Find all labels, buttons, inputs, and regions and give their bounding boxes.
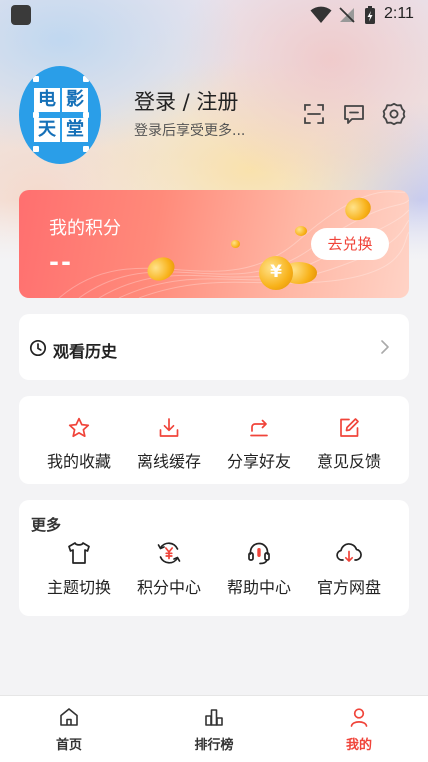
coin-decoration xyxy=(231,240,240,248)
status-bar: 2:11 xyxy=(0,0,428,30)
film-hole xyxy=(83,146,89,152)
official-cloud-drive-button[interactable]: 官方网盘 xyxy=(301,540,397,598)
status-time: 2:11 xyxy=(384,5,414,22)
quick-actions-card: 我的收藏 离线缓存 分享好友 意见反馈 xyxy=(19,396,409,484)
clock-icon xyxy=(29,339,47,357)
offline-cache-button[interactable]: 离线缓存 xyxy=(121,416,217,472)
nav-home-label: 首页 xyxy=(55,738,82,753)
headset-icon xyxy=(248,542,270,565)
avatar-char: 堂 xyxy=(62,118,88,142)
theme-switch-label: 主题切换 xyxy=(46,578,111,597)
chart-icon xyxy=(205,709,223,726)
watch-history-row[interactable]: 观看历史 xyxy=(19,314,409,380)
watch-history-label: 观看历史 xyxy=(53,342,118,361)
favorites-label: 我的收藏 xyxy=(46,452,111,471)
redeem-button[interactable]: 去兑换 xyxy=(311,228,389,260)
points-value: -- xyxy=(49,248,73,276)
avatar-char: 影 xyxy=(62,88,88,112)
nav-home[interactable]: 首页 xyxy=(24,706,114,753)
feedback-button[interactable]: 意见反馈 xyxy=(301,416,397,472)
help-center-button[interactable]: 帮助中心 xyxy=(211,540,307,598)
no-signal-icon xyxy=(339,7,355,23)
theme-switch-button[interactable]: 主题切换 xyxy=(31,540,127,598)
avatar-char: 天 xyxy=(34,118,60,142)
official-cloud-drive-label: 官方网盘 xyxy=(316,578,381,597)
login-subtitle: 登录后享受更多... xyxy=(134,123,246,139)
points-card[interactable]: ¥ 我的积分 -- 去兑换 xyxy=(19,190,409,298)
film-hole xyxy=(33,76,39,82)
wifi-icon xyxy=(310,6,332,23)
star-icon xyxy=(68,417,90,438)
chevron-right-icon xyxy=(381,340,389,354)
shirt-icon xyxy=(68,542,90,564)
nav-ranking-label: 排行榜 xyxy=(194,738,234,753)
share-friends-label: 分享好友 xyxy=(226,452,291,471)
avatar[interactable]: 电 影 天 堂 xyxy=(19,66,101,164)
nav-mine-label: 我的 xyxy=(345,738,372,753)
bottom-navigation: 首页 排行榜 我的 xyxy=(0,695,428,762)
nav-ranking[interactable]: 排行榜 xyxy=(169,706,259,753)
avatar-logo: 电 影 天 堂 xyxy=(33,72,89,156)
login-register-link[interactable]: 登录 / 注册 xyxy=(134,86,238,116)
download-icon xyxy=(159,418,179,437)
battery-charging-icon xyxy=(365,6,375,24)
share-friends-button[interactable]: 分享好友 xyxy=(211,416,307,472)
points-title: 我的积分 xyxy=(49,218,121,239)
more-section-title: 更多 xyxy=(31,516,62,534)
share-icon xyxy=(250,419,268,437)
person-icon xyxy=(350,708,368,727)
help-center-label: 帮助中心 xyxy=(226,578,291,597)
app-notification-icon xyxy=(11,5,31,25)
settings-icon[interactable] xyxy=(382,102,406,126)
edit-icon xyxy=(340,418,359,437)
scan-icon[interactable] xyxy=(302,102,326,126)
offline-cache-label: 离线缓存 xyxy=(136,452,201,471)
favorites-button[interactable]: 我的收藏 xyxy=(31,416,127,472)
more-card: 更多 主题切换 积分中心 帮助中心 官方网盘 xyxy=(19,500,409,616)
film-hole xyxy=(83,76,89,82)
message-icon[interactable] xyxy=(342,102,366,126)
feedback-label: 意见反馈 xyxy=(316,452,381,471)
film-hole xyxy=(33,146,39,152)
points-center-button[interactable]: 积分中心 xyxy=(121,540,217,598)
avatar-char: 电 xyxy=(34,88,60,112)
cloud-download-icon xyxy=(336,543,362,562)
home-icon xyxy=(60,708,78,726)
points-center-label: 积分中心 xyxy=(136,578,201,597)
nav-mine[interactable]: 我的 xyxy=(314,706,404,753)
yuan-coin-icon: ¥ xyxy=(259,256,293,290)
yuan-refresh-icon xyxy=(157,542,181,564)
coin-decoration xyxy=(295,226,307,236)
